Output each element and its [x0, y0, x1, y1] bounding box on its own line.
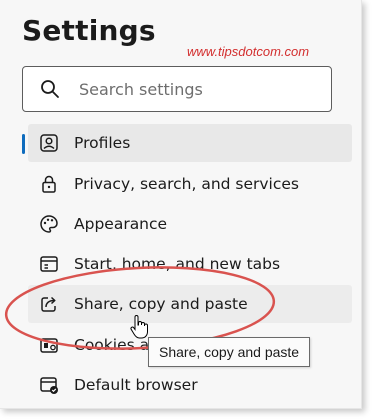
share-icon: [38, 293, 60, 315]
search-input[interactable]: [77, 78, 321, 100]
sidebar-item-label: Default browser: [74, 376, 198, 394]
default-browser-icon: [38, 374, 60, 396]
cookies-icon: [38, 334, 60, 356]
sidebar-item-start-home[interactable]: Start, home, and new tabs: [28, 245, 352, 283]
selection-indicator: [22, 134, 25, 154]
lock-icon: [38, 173, 60, 195]
sidebar-item-profiles[interactable]: Profiles: [28, 124, 352, 162]
page-title: Settings: [22, 14, 156, 47]
sidebar-item-label: Privacy, search, and services: [74, 175, 299, 193]
search-box[interactable]: [22, 66, 332, 112]
sidebar-item-label: Profiles: [74, 134, 131, 152]
search-icon: [39, 78, 61, 100]
sidebar-item-label: Start, home, and new tabs: [74, 255, 281, 273]
sidebar-item-appearance[interactable]: Appearance: [28, 205, 352, 243]
profile-icon: [38, 132, 60, 154]
palette-icon: [38, 213, 60, 235]
hand-cursor-icon: [130, 315, 148, 344]
sidebar-item-privacy[interactable]: Privacy, search, and services: [28, 165, 352, 203]
sidebar-item-label: Appearance: [74, 215, 168, 233]
sidebar-item-label: Share, copy and paste: [74, 295, 248, 313]
home-tabs-icon: [38, 253, 60, 275]
tooltip: Share, copy and paste: [148, 337, 311, 367]
sidebar-item-share-copy-paste[interactable]: Share, copy and paste: [28, 285, 352, 323]
watermark-text: www.tipsdotcom.com: [187, 44, 310, 59]
sidebar-item-default-browser[interactable]: Default browser: [28, 366, 352, 404]
